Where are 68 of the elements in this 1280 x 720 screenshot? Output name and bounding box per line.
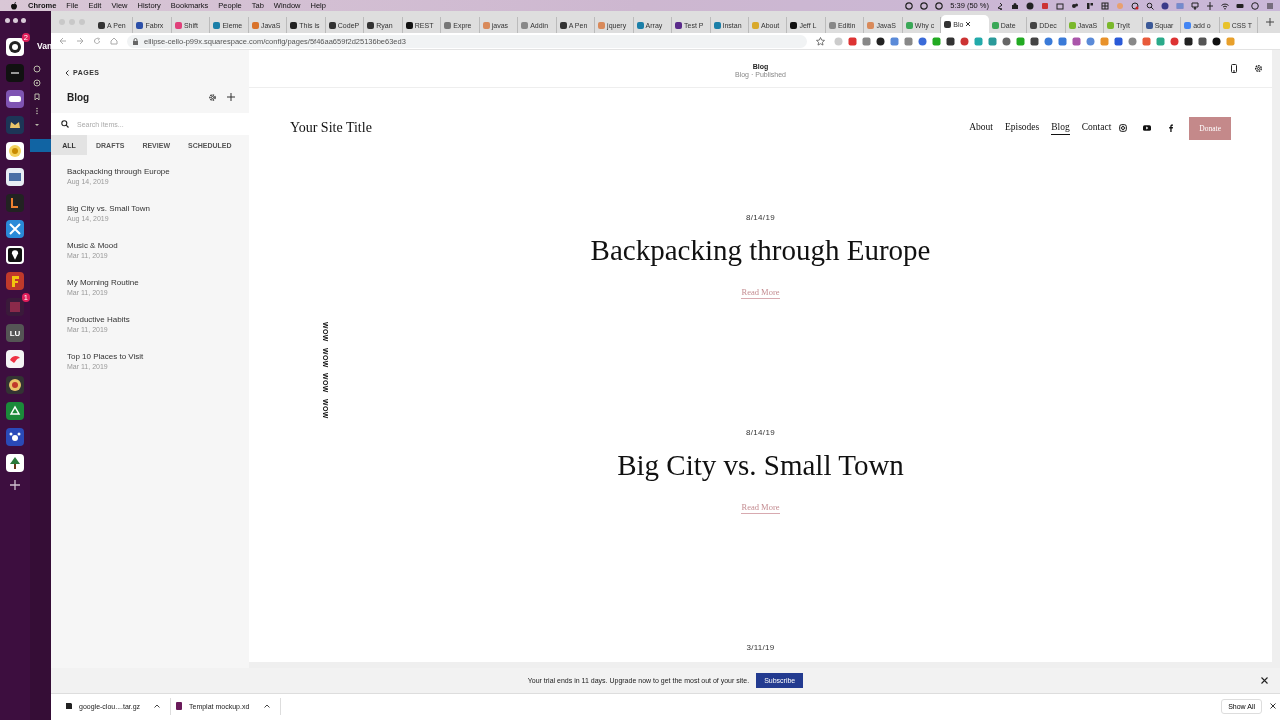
chevron-left-icon [65,69,69,76]
workspace-icon[interactable] [6,246,24,264]
post-title: Big City vs. Small Town [617,448,904,483]
camera-icon[interactable] [1131,1,1139,10]
apple-icon [10,1,18,10]
chevron-up-icon[interactable] [154,704,160,708]
workspace-icon[interactable] [6,454,24,472]
file-icon [175,702,183,710]
bookmark-star-icon[interactable] [816,36,825,46]
app-icon[interactable] [1161,1,1169,10]
post-date: 8/14/19 [746,212,775,224]
nav-link[interactable]: Blog [1051,121,1070,135]
post-title[interactable]: Big City vs. Small Town [67,204,249,213]
plus-icon[interactable] [1206,1,1214,10]
new-tab-icon[interactable] [1266,18,1275,26]
post-title[interactable]: Productive Habits [67,315,249,324]
post-date: 8/14/19 [746,427,775,439]
workspace-icon[interactable] [6,90,24,108]
workspace-icon[interactable] [6,428,24,446]
circle-icon[interactable] [1026,1,1034,10]
workspace-icon[interactable] [6,116,24,134]
video-play-icon[interactable] [1143,124,1152,132]
bookmark-icon[interactable] [33,93,41,101]
more-icon[interactable] [33,107,41,115]
post-title: Backpacking through Europe [590,233,931,268]
workspace-icon[interactable] [6,194,24,212]
post-title[interactable]: Backpacking through Europe [67,167,249,176]
settings-icon[interactable] [208,92,217,102]
lock-icon [133,37,138,45]
settings-icon[interactable] [1254,64,1263,73]
mobile-icon[interactable] [1231,64,1237,73]
post-date: 3/11/19 [746,642,775,654]
app-icon[interactable] [1041,1,1049,10]
post-title[interactable]: My Morning Routine [67,278,249,287]
instagram-icon[interactable] [1119,124,1128,132]
site-title: Your Site Title [290,120,373,136]
display-icon[interactable] [1056,1,1064,10]
workspace-icon[interactable] [6,220,24,238]
panel-title: Blog [67,91,91,103]
post-title[interactable]: Top 10 Places to Visit [67,352,249,361]
nav-link[interactable]: Episodes [1004,121,1040,135]
add-icon[interactable] [227,93,235,101]
nav-link[interactable]: Contact [1081,121,1112,135]
selected-channel-highlight [30,139,51,152]
workspace-icon[interactable] [6,402,24,420]
nav-link[interactable]: About [969,121,993,135]
workspace-icon[interactable] [6,38,24,56]
grid-icon[interactable] [1101,1,1109,10]
caret-icon[interactable] [33,121,41,129]
user-icon[interactable] [1011,1,1019,10]
workspace-icon[interactable] [6,376,24,394]
workspace-icon[interactable] [6,272,24,290]
search-icon[interactable] [1146,1,1154,10]
workspace-name: Van [36,40,51,51]
archive-icon [65,702,73,710]
search-icon [61,120,69,128]
chevron-up-icon[interactable] [264,704,270,708]
close-icon[interactable] [965,21,972,27]
workspace-icon[interactable] [6,142,24,160]
workspace-icon[interactable] [6,64,24,82]
facebook-icon[interactable] [1167,124,1176,132]
wifi-icon[interactable] [1221,1,1229,10]
workspace-icon[interactable] [6,350,24,368]
post-title[interactable]: Music & Mood [67,241,249,250]
layout-icon[interactable] [1086,1,1094,10]
workspace-button[interactable]: LU [6,324,24,342]
close-icon[interactable] [1270,703,1276,709]
close-icon[interactable] [1261,677,1268,684]
